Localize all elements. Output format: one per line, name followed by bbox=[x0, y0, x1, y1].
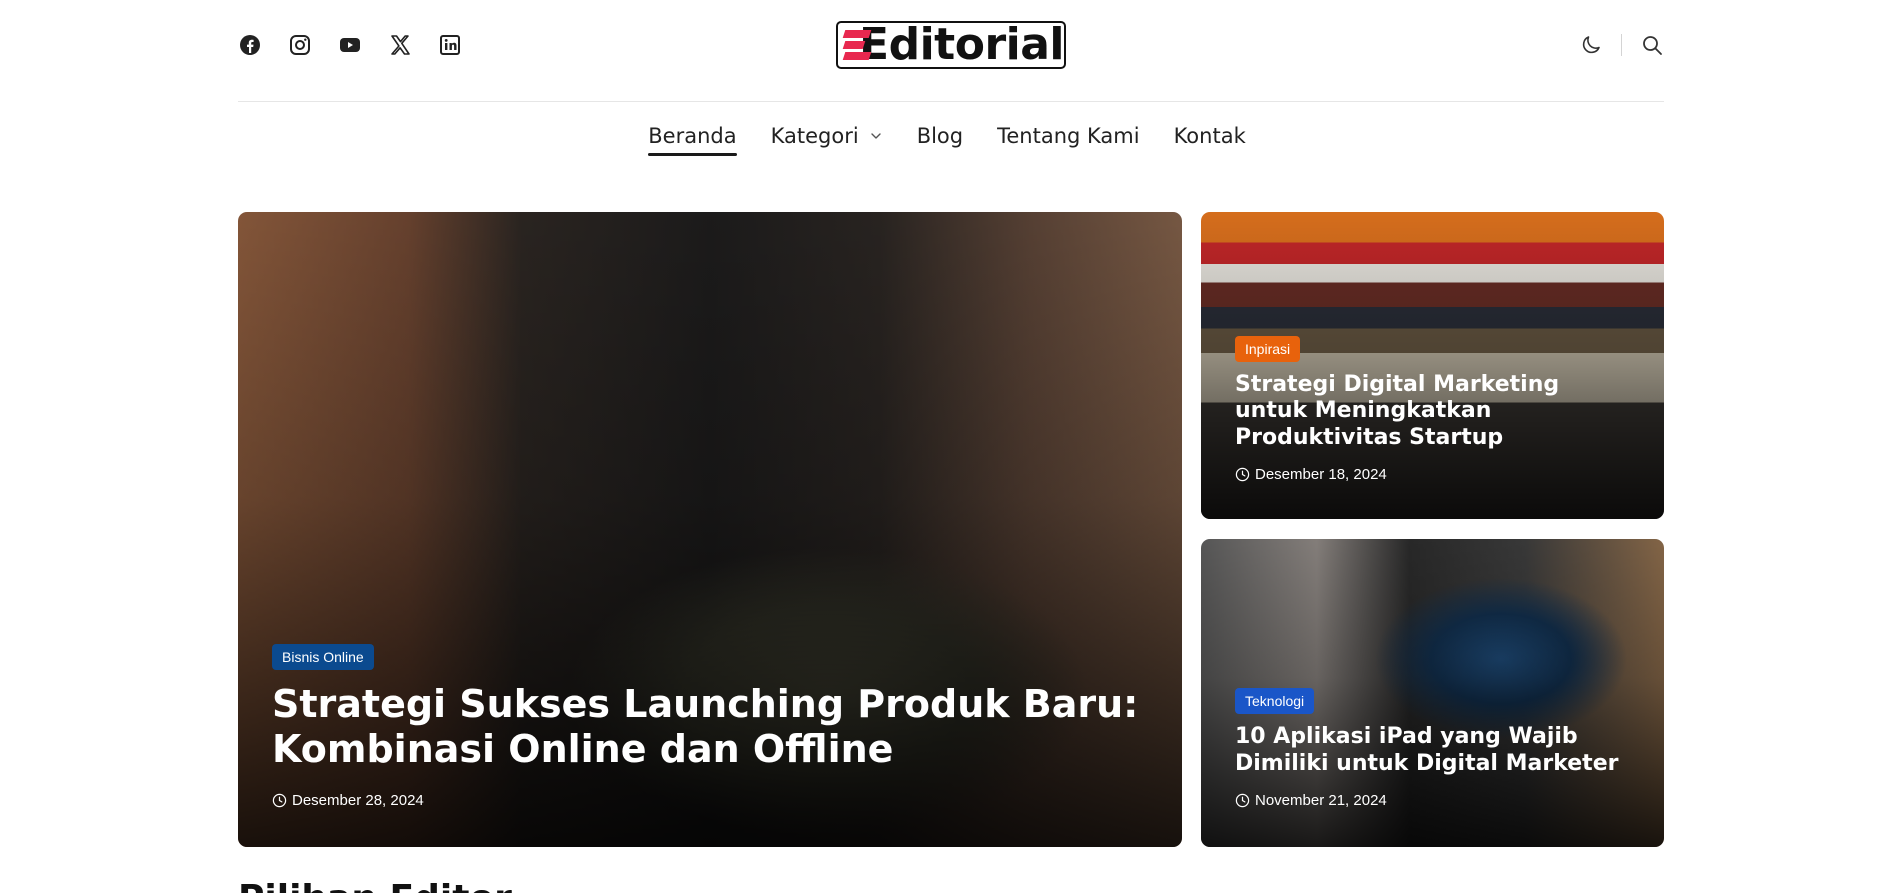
date-text: Desember 28, 2024 bbox=[292, 792, 424, 809]
site-header: Editorial bbox=[238, 0, 1664, 102]
tools-divider bbox=[1621, 34, 1622, 56]
nav-item-label: Kontak bbox=[1173, 124, 1246, 148]
featured-side-card-2[interactable]: Teknologi 10 Aplikasi iPad yang Wajib Di… bbox=[1201, 539, 1664, 847]
social-links bbox=[238, 33, 462, 57]
article-title[interactable]: Strategi Digital Marketing untuk Meningk… bbox=[1235, 372, 1634, 452]
nav-item-tentang-kami[interactable]: Tentang Kami bbox=[997, 124, 1139, 156]
site-logo[interactable]: Editorial bbox=[836, 21, 1066, 69]
category-badge[interactable]: Teknologi bbox=[1235, 688, 1315, 715]
category-badge[interactable]: Bisnis Online bbox=[272, 644, 374, 671]
section-title: Pilihan Editor bbox=[238, 878, 512, 893]
x-icon[interactable] bbox=[388, 33, 412, 57]
article-date: Desember 18, 2024 bbox=[1235, 466, 1634, 483]
card-content: Inpirasi Strategi Digital Marketing untu… bbox=[1235, 335, 1634, 483]
linkedin-icon[interactable] bbox=[438, 33, 462, 57]
article-date: November 21, 2024 bbox=[1235, 792, 1634, 809]
clock-icon bbox=[272, 793, 287, 808]
main-nav: Beranda Kategori Blog Tentang Kami Konta… bbox=[0, 124, 1894, 156]
nav-item-kategori[interactable]: Kategori bbox=[771, 124, 883, 156]
clock-icon bbox=[1235, 467, 1250, 482]
header-tools bbox=[1579, 33, 1664, 57]
chevron-down-icon bbox=[870, 133, 881, 139]
card-content: Teknologi 10 Aplikasi iPad yang Wajib Di… bbox=[1235, 688, 1634, 809]
featured-main-card[interactable]: Bisnis Online Strategi Sukses Launching … bbox=[238, 212, 1182, 847]
clock-icon bbox=[1235, 793, 1250, 808]
nav-item-label: Blog bbox=[916, 124, 964, 148]
facebook-icon[interactable] bbox=[238, 33, 262, 57]
category-badge[interactable]: Inpirasi bbox=[1235, 335, 1301, 362]
logo-mark bbox=[842, 28, 872, 62]
featured-side-card-1[interactable]: Inpirasi Strategi Digital Marketing untu… bbox=[1201, 212, 1664, 519]
card-content: Bisnis Online Strategi Sukses Launching … bbox=[272, 644, 1152, 809]
youtube-icon[interactable] bbox=[338, 33, 362, 57]
nav-item-beranda[interactable]: Beranda bbox=[648, 124, 737, 156]
date-text: November 21, 2024 bbox=[1255, 792, 1387, 809]
article-title[interactable]: Strategi Sukses Launching Produk Baru: K… bbox=[272, 682, 1152, 772]
moon-icon[interactable] bbox=[1579, 33, 1603, 57]
nav-item-label: Beranda bbox=[648, 124, 737, 148]
search-icon[interactable] bbox=[1640, 33, 1664, 57]
nav-item-kontak[interactable]: Kontak bbox=[1174, 124, 1246, 156]
article-title[interactable]: 10 Aplikasi iPad yang Wajib Dimiliki unt… bbox=[1235, 724, 1634, 778]
article-date: Desember 28, 2024 bbox=[272, 792, 1152, 809]
instagram-icon[interactable] bbox=[288, 33, 312, 57]
nav-item-blog[interactable]: Blog bbox=[917, 124, 963, 156]
date-text: Desember 18, 2024 bbox=[1255, 466, 1387, 483]
nav-item-label: Tentang Kami bbox=[997, 124, 1140, 148]
nav-item-label: Kategori bbox=[770, 124, 859, 148]
logo-text: Editorial bbox=[859, 19, 1064, 70]
